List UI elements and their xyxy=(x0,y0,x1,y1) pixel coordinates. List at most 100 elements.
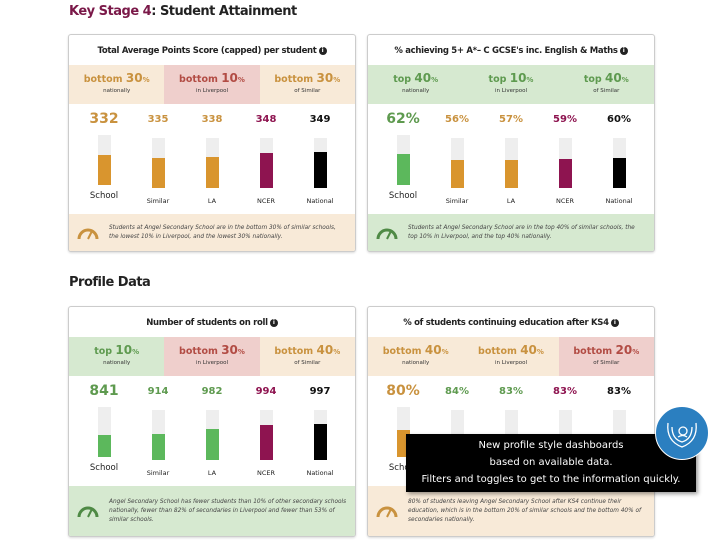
rank-band: bottom 20% of Similar xyxy=(558,337,654,376)
bar-label: NCER xyxy=(256,197,276,205)
bar-label: NCER xyxy=(555,197,575,205)
rank-value: top 10% xyxy=(463,71,558,85)
rank-scope: nationally xyxy=(402,360,430,366)
gauge-icon xyxy=(77,506,99,518)
bar-column: 338 LA xyxy=(185,104,239,214)
rank-unit: % xyxy=(333,348,341,356)
card-title-text: Number of students on roll xyxy=(146,318,268,328)
bar-column: 60% National xyxy=(592,104,646,214)
rank-scope: in Liverpool xyxy=(195,88,228,94)
rank-percent: 20 xyxy=(615,343,633,357)
bar-column: 335 Similar xyxy=(131,104,185,214)
bar-track xyxy=(151,138,165,188)
bar-label: LA xyxy=(207,197,217,205)
bar-track xyxy=(151,410,165,460)
info-icon[interactable]: i xyxy=(318,46,327,55)
rank-unit: % xyxy=(526,76,534,84)
rank-percent: 30 xyxy=(221,343,238,357)
title-accent: Key Stage 4 xyxy=(69,4,152,19)
bar-track xyxy=(313,138,327,188)
card-title: Number of students on roll i xyxy=(69,307,355,337)
bar-track xyxy=(612,138,626,188)
bar-track xyxy=(504,138,518,188)
rank-unit: % xyxy=(142,76,150,84)
rank-scope: in Liverpool xyxy=(494,360,527,366)
rank-percent: 10 xyxy=(509,71,527,85)
rank-bands: top 40% nationally top 10% in Liverpool … xyxy=(368,65,654,104)
rank-scope: nationally xyxy=(402,88,430,94)
bar-fill xyxy=(313,152,327,188)
bar-track xyxy=(205,138,219,188)
gauge-icon xyxy=(376,506,398,518)
rank-value: top 40% xyxy=(368,71,463,85)
bar-track xyxy=(558,138,572,188)
bar-fill xyxy=(151,158,165,188)
rank-direction: top xyxy=(488,74,507,85)
bar-label: Similar xyxy=(445,197,469,205)
bar-value: 914 xyxy=(147,386,169,397)
bar-value: 56% xyxy=(445,114,469,125)
bar-chart: 62% School 56% Similar 57% LA 59% NCER 6… xyxy=(368,104,654,214)
bar-fill xyxy=(313,424,327,460)
rank-percent: 10 xyxy=(221,71,238,85)
rank-band: top 10% nationally xyxy=(69,337,165,376)
bar-track xyxy=(313,410,327,460)
bar-value: 83% xyxy=(553,386,577,397)
rank-scope: nationally xyxy=(103,360,131,366)
rank-percent: 30 xyxy=(125,71,143,85)
bar-fill xyxy=(504,159,518,188)
bar-value: 83% xyxy=(607,386,631,397)
rank-direction: top xyxy=(94,346,113,357)
card-title: % of students continuing education after… xyxy=(368,307,654,337)
rank-band: top 40% nationally xyxy=(368,65,464,104)
rank-band: bottom 30% in Liverpool xyxy=(164,337,260,376)
info-icon[interactable]: i xyxy=(269,318,278,327)
rank-scope: in Liverpool xyxy=(494,88,527,94)
bar-column: 914 Similar xyxy=(131,376,185,486)
rank-bands: bottom 40% nationally bottom 40% in Live… xyxy=(368,337,654,376)
bar-fill xyxy=(612,158,626,188)
rank-bands: bottom 30% nationally bottom 10% in Live… xyxy=(69,65,355,104)
bar-label: National xyxy=(605,197,633,205)
rank-value: bottom 30% xyxy=(260,71,355,85)
bar-label: Similar xyxy=(146,197,170,205)
rank-value: bottom 10% xyxy=(164,71,259,85)
rank-direction: bottom xyxy=(478,346,517,357)
bar-value: 997 xyxy=(309,386,331,397)
bar-column: 349 National xyxy=(293,104,347,214)
rank-direction: top xyxy=(583,74,602,85)
rank-percent: 10 xyxy=(115,343,133,357)
section-title-attainment: Key Stage 4: Student Attainment xyxy=(69,4,297,19)
rank-scope: of Similar xyxy=(294,88,321,94)
bar-column: 841 School xyxy=(77,376,131,486)
rank-unit: % xyxy=(237,348,245,356)
rank-direction: top xyxy=(393,74,412,85)
rank-band: top 10% in Liverpool xyxy=(463,65,559,104)
bar-fill xyxy=(259,153,273,188)
rank-band: bottom 30% nationally xyxy=(69,65,165,104)
bar-fill xyxy=(450,160,464,188)
rank-unit: % xyxy=(632,348,640,356)
rank-percent: 40 xyxy=(520,343,537,357)
bar-value: 349 xyxy=(309,114,331,125)
phoenix-logo-icon xyxy=(655,406,709,460)
gauge-icon xyxy=(77,228,99,239)
bar-value: 332 xyxy=(89,111,119,127)
info-icon[interactable]: i xyxy=(619,46,628,55)
bar-label: NCER xyxy=(256,469,276,477)
rank-band: bottom 40% of Similar xyxy=(259,337,355,376)
rank-percent: 30 xyxy=(316,71,334,85)
info-icon[interactable]: i xyxy=(610,318,619,327)
rank-unit: % xyxy=(536,348,544,356)
bar-track xyxy=(259,138,273,188)
bar-track xyxy=(97,135,111,185)
bar-label: School xyxy=(388,191,418,201)
caption-overlay: New profile style dashboards based on av… xyxy=(406,434,696,492)
rank-unit: % xyxy=(621,76,629,84)
attainment-points-card: Total Average Points Score (capped) per … xyxy=(68,34,356,252)
bar-label: LA xyxy=(506,197,516,205)
bar-track xyxy=(396,135,410,185)
bar-column: 59% NCER xyxy=(538,104,592,214)
bar-value: 841 xyxy=(89,383,119,399)
bar-label: School xyxy=(89,463,119,473)
